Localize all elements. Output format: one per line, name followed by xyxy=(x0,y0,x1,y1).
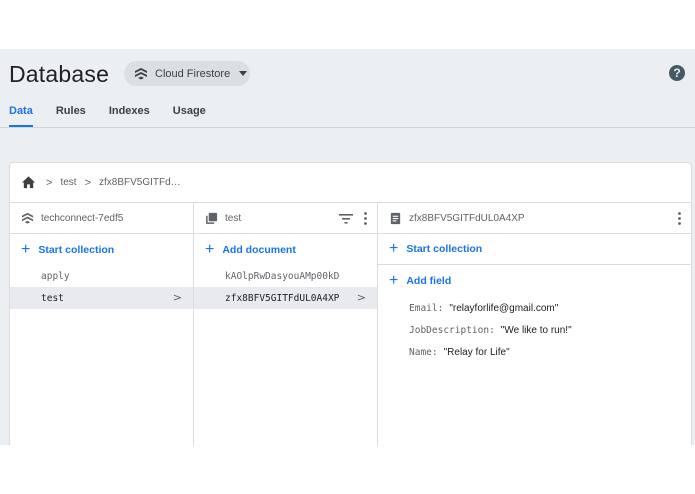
field-name[interactable]: Name: "Relay for Life" xyxy=(378,341,691,363)
field-job-description[interactable]: JobDescription: "We like to run!" xyxy=(378,319,691,341)
start-collection-label: Start collection xyxy=(406,243,483,255)
add-document-label: Add document xyxy=(222,243,296,256)
field-key: Name: xyxy=(409,346,438,358)
collection-column-header: test xyxy=(194,203,377,234)
document-id: zfx8BFV5GITFdUL0A4XP xyxy=(409,212,525,224)
field-value: "relayforlife@gmail.com" xyxy=(449,302,559,314)
field-value: "We like to run!" xyxy=(500,324,572,336)
firestore-icon xyxy=(21,212,34,224)
more-vert-icon[interactable] xyxy=(678,212,681,225)
more-vert-icon[interactable] xyxy=(364,212,367,225)
tab-usage[interactable]: Usage xyxy=(173,105,206,127)
collection-icon xyxy=(206,212,218,224)
document-column: zfx8BFV5GITFdUL0A4XP + Start collection … xyxy=(378,203,691,446)
root-column: techconnect-7edf5 + Start collection app… xyxy=(10,203,194,446)
firestore-icon xyxy=(135,67,147,79)
firestore-console: Database Cloud Firestore ? Data Rules In… xyxy=(0,49,695,446)
field-key: Email: xyxy=(409,302,444,314)
home-icon[interactable] xyxy=(21,175,36,190)
caret-down-icon xyxy=(239,71,248,76)
plus-icon: + xyxy=(21,240,31,258)
collection-name: test xyxy=(225,212,242,224)
product-selector-label: Cloud Firestore xyxy=(155,67,231,80)
collection-item-apply[interactable]: apply xyxy=(10,265,193,287)
tab-data[interactable]: Data xyxy=(9,105,33,127)
start-collection-label: Start collection xyxy=(38,243,115,256)
filter-icon[interactable] xyxy=(339,214,353,224)
add-document-button[interactable]: + Add document xyxy=(194,234,377,265)
help-icon[interactable]: ? xyxy=(669,65,685,81)
document-item-label: kAOlpRwDasyouAMp00kD xyxy=(225,270,340,282)
chevron-right-icon: > xyxy=(84,176,91,189)
tab-bar: Data Rules Indexes Usage xyxy=(0,105,229,127)
collection-column: test + Add document kAOlpRwDasyouAMp00kD xyxy=(194,203,378,446)
chevron-right-icon: > xyxy=(356,291,366,304)
root-column-header: techconnect-7edf5 xyxy=(10,203,193,234)
chevron-right-icon: > xyxy=(172,291,182,304)
collection-item-label: apply xyxy=(41,270,70,282)
document-item-selected[interactable]: zfx8BFV5GITFdUL0A4XP > xyxy=(194,287,377,309)
document-column-header: zfx8BFV5GITFdUL0A4XP xyxy=(378,203,691,234)
document-item[interactable]: kAOlpRwDasyouAMp00kD xyxy=(194,265,377,287)
product-selector[interactable]: Cloud Firestore xyxy=(124,61,250,86)
breadcrumb-item-collection[interactable]: test xyxy=(60,177,76,188)
breadcrumb: > test > zfx8BFV5GITFd… xyxy=(10,163,691,203)
collection-item-label: test xyxy=(41,292,64,304)
tab-rules[interactable]: Rules xyxy=(56,105,86,127)
plus-icon: + xyxy=(389,272,399,289)
plus-icon: + xyxy=(389,240,399,257)
page-header: Database Cloud Firestore ? Data Rules In… xyxy=(0,49,695,129)
start-subcollection-button[interactable]: + Start collection xyxy=(378,234,691,265)
document-item-label: zfx8BFV5GITFdUL0A4XP xyxy=(225,292,340,304)
tab-indexes[interactable]: Indexes xyxy=(109,105,150,127)
add-field-label: Add field xyxy=(406,275,452,287)
data-panel: > test > zfx8BFV5GITFd… techconnect-7edf… xyxy=(9,162,692,446)
chevron-right-icon: > xyxy=(46,176,53,189)
breadcrumb-item-document[interactable]: zfx8BFV5GITFd… xyxy=(99,177,181,188)
collection-item-test[interactable]: test > xyxy=(10,287,193,309)
field-value: "Relay for Life" xyxy=(443,346,510,358)
field-email[interactable]: Email: "relayforlife@gmail.com" xyxy=(378,297,691,319)
start-collection-button[interactable]: + Start collection xyxy=(10,234,193,265)
tabs-divider xyxy=(0,127,695,128)
plus-icon: + xyxy=(205,240,215,258)
page-title: Database xyxy=(9,61,110,87)
add-field-button[interactable]: + Add field xyxy=(378,265,691,297)
project-name: techconnect-7edf5 xyxy=(41,212,124,224)
field-key: JobDescription: xyxy=(409,324,495,336)
document-icon xyxy=(390,212,401,224)
